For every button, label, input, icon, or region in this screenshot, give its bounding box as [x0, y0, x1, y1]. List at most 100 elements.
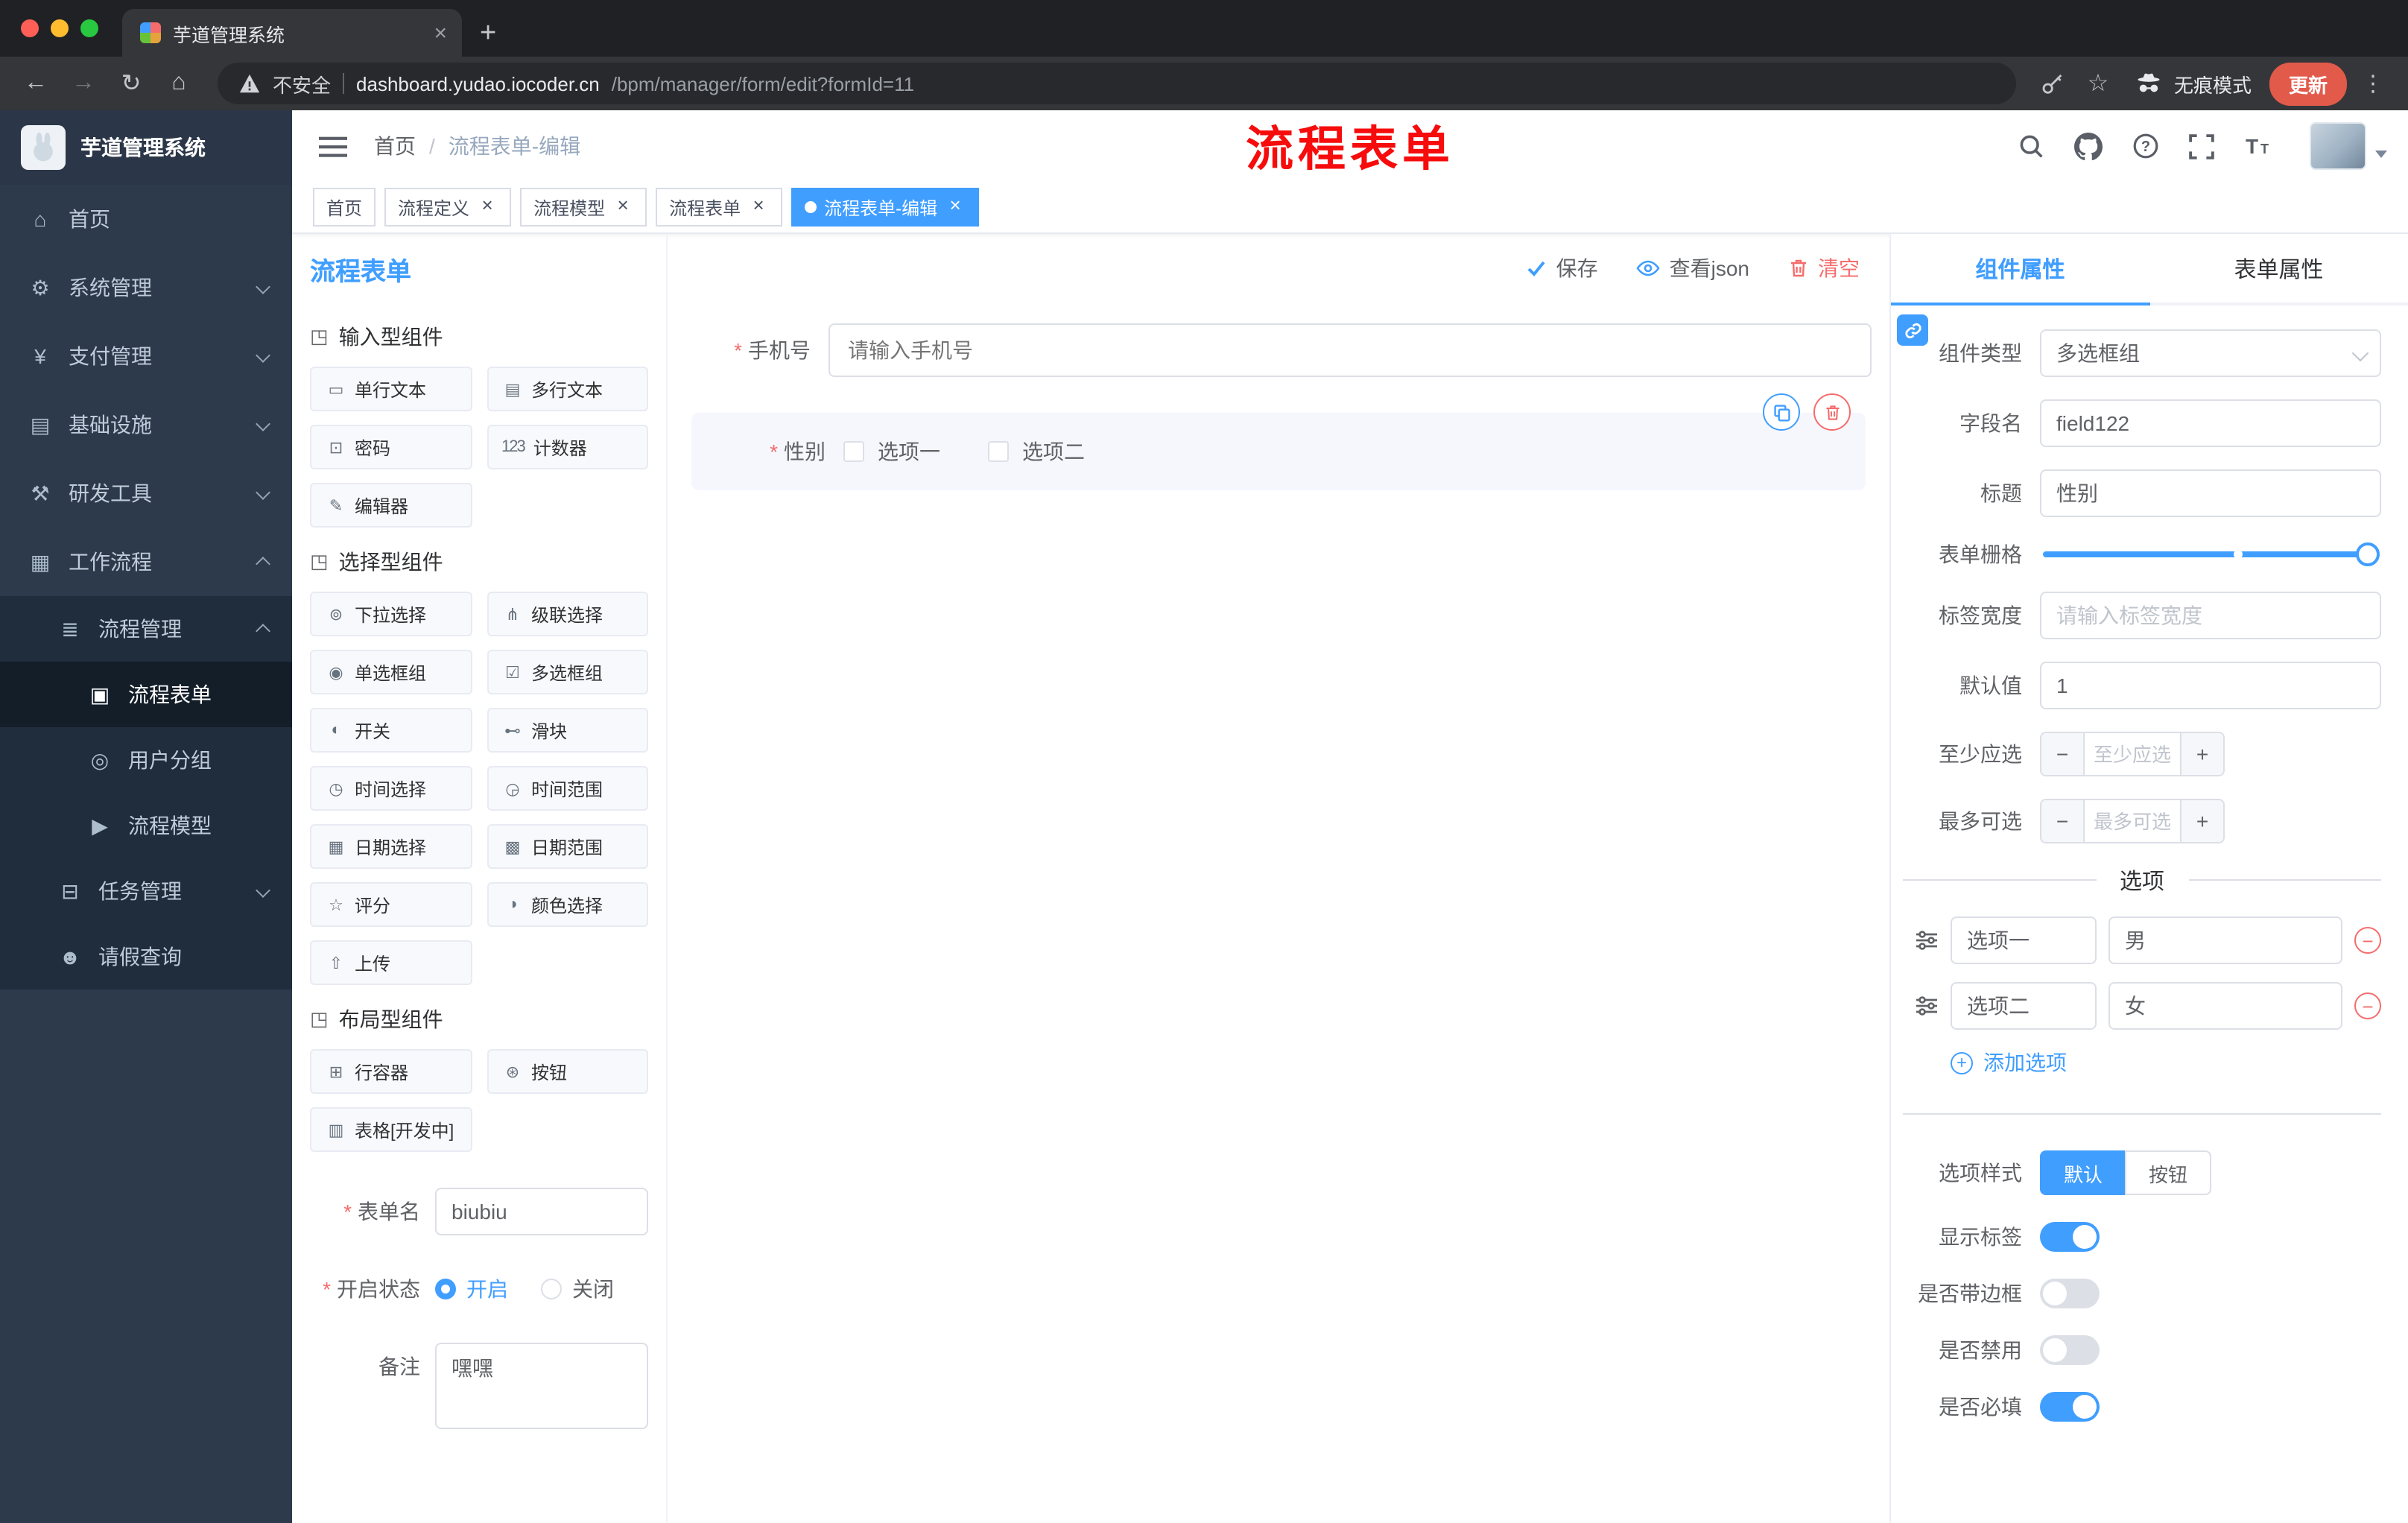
sidebar-item-workflow[interactable]: ▦ 工作流程	[0, 528, 292, 596]
back-icon[interactable]: ←	[15, 63, 57, 104]
sidebar-item-process-model[interactable]: ▶ 流程模型	[0, 793, 292, 858]
min-select-input[interactable]	[2085, 733, 2180, 775]
status-radio-on[interactable]: 开启	[435, 1265, 508, 1313]
tag-close-icon[interactable]: ×	[477, 195, 498, 218]
tag-process-form-edit[interactable]: 流程表单-编辑 ×	[791, 188, 980, 227]
add-option-button[interactable]: + 添加选项	[1951, 1048, 2381, 1077]
search-icon[interactable]	[2018, 133, 2044, 159]
sidebar-item-system[interactable]: ⚙ 系统管理	[0, 253, 292, 322]
component-date-range[interactable]: ▩ 日期范围	[487, 824, 648, 869]
remove-option-icon[interactable]: −	[2354, 992, 2381, 1019]
update-button[interactable]: 更新	[2269, 62, 2347, 105]
required-toggle[interactable]	[2040, 1392, 2100, 1422]
show-label-toggle[interactable]	[2040, 1222, 2100, 1252]
style-button-button[interactable]: 按钮	[2125, 1150, 2212, 1195]
component-table[interactable]: ▥ 表格[开发中]	[310, 1107, 472, 1152]
browser-menu-icon[interactable]: ⋮	[2353, 70, 2393, 97]
plus-icon[interactable]: +	[2180, 733, 2223, 775]
max-select-input[interactable]	[2085, 800, 2180, 842]
forward-icon[interactable]: →	[63, 63, 104, 104]
tag-close-icon[interactable]: ×	[612, 195, 633, 218]
home-browser-icon[interactable]: ⌂	[158, 63, 200, 104]
border-toggle[interactable]	[2040, 1279, 2100, 1308]
form-name-input[interactable]	[435, 1188, 648, 1235]
fullscreen-icon[interactable]	[2189, 133, 2214, 159]
component-color-picker[interactable]: ◑ 颜色选择	[487, 882, 648, 927]
password-key-icon[interactable]	[2034, 64, 2073, 103]
component-multi-line-text[interactable]: ▤ 多行文本	[487, 367, 648, 411]
gender-checkbox-option1[interactable]: 选项一	[843, 437, 940, 466]
field-name-input[interactable]	[2040, 399, 2381, 447]
help-icon[interactable]: ?	[2132, 133, 2159, 159]
option1-value-input[interactable]	[2108, 916, 2342, 964]
tag-process-form[interactable]: 流程表单 ×	[656, 188, 783, 227]
phone-input[interactable]	[828, 323, 1872, 377]
sidebar-item-leave-query[interactable]: ☻ 请假查询	[0, 924, 292, 990]
clear-button[interactable]: 清空	[1788, 253, 1860, 283]
component-counter[interactable]: 123 计数器	[487, 425, 648, 469]
disabled-toggle[interactable]	[2040, 1335, 2100, 1365]
delete-component-button[interactable]	[1813, 393, 1851, 431]
close-window-icon[interactable]	[21, 19, 39, 37]
slider-handle[interactable]	[2356, 542, 2380, 566]
component-row-container[interactable]: ⊞ 行容器	[310, 1049, 472, 1094]
minus-icon[interactable]: −	[2041, 733, 2085, 775]
gender-checkbox-option2[interactable]: 选项二	[988, 437, 1085, 466]
option1-label-input[interactable]	[1951, 916, 2097, 964]
user-menu[interactable]	[2310, 122, 2387, 170]
component-time-range[interactable]: ◶ 时间范围	[487, 766, 648, 811]
sidebar-item-user-group[interactable]: ◎ 用户分组	[0, 727, 292, 793]
maximize-window-icon[interactable]	[80, 19, 98, 37]
sidebar-item-infra[interactable]: ▤ 基础设施	[0, 390, 292, 459]
component-button[interactable]: ⊛ 按钮	[487, 1049, 648, 1094]
reload-icon[interactable]: ↻	[110, 63, 152, 104]
sidebar-item-devtools[interactable]: ⚒ 研发工具	[0, 459, 292, 528]
plus-icon[interactable]: +	[2180, 800, 2223, 842]
default-value-input[interactable]	[2040, 662, 2381, 709]
save-button[interactable]: 保存	[1527, 253, 1598, 283]
remove-option-icon[interactable]: −	[2354, 927, 2381, 954]
grid-slider[interactable]	[2043, 542, 2380, 566]
component-switch[interactable]: ◐ 开关	[310, 708, 472, 753]
sidebar-item-process-mgmt[interactable]: ≣ 流程管理	[0, 596, 292, 662]
component-password[interactable]: ⊡ 密码	[310, 425, 472, 469]
link-icon[interactable]	[1897, 314, 1928, 346]
form-remark-textarea[interactable]: 嘿嘿	[435, 1343, 648, 1429]
status-radio-off[interactable]: 关闭	[541, 1265, 614, 1313]
component-slider[interactable]: ⊷ 滑块	[487, 708, 648, 753]
component-type-select[interactable]	[2040, 329, 2381, 377]
sidebar-logo[interactable]: 芋道管理系统	[0, 110, 292, 185]
tab-form-props[interactable]: 表单属性	[2149, 234, 2408, 303]
component-editor[interactable]: ✎ 编辑器	[310, 483, 472, 528]
tab-close-icon[interactable]: ×	[434, 22, 447, 44]
tag-home[interactable]: 首页	[313, 188, 376, 227]
field-gender-selected[interactable]: 性别 选项一 选项二	[691, 393, 1866, 490]
component-upload[interactable]: ⇧ 上传	[310, 940, 472, 985]
sidebar-item-process-form[interactable]: ▣ 流程表单	[0, 662, 292, 727]
component-select[interactable]: ⊚ 下拉选择	[310, 592, 472, 636]
tag-process-model[interactable]: 流程模型 ×	[520, 188, 647, 227]
drag-handle-icon[interactable]	[1915, 994, 1939, 1018]
minus-icon[interactable]: −	[2041, 800, 2085, 842]
tag-process-definition[interactable]: 流程定义 ×	[384, 188, 512, 227]
option2-value-input[interactable]	[2108, 982, 2342, 1030]
component-date-picker[interactable]: ▦ 日期选择	[310, 824, 472, 869]
copy-component-button[interactable]	[1763, 393, 1800, 431]
label-width-input[interactable]	[2040, 592, 2381, 639]
sidebar-item-home[interactable]: ⌂ 首页	[0, 185, 292, 253]
style-default-button[interactable]: 默认	[2040, 1150, 2126, 1195]
option2-label-input[interactable]	[1951, 982, 2097, 1030]
new-tab-button[interactable]: +	[480, 19, 496, 48]
component-single-line-text[interactable]: ▭ 单行文本	[310, 367, 472, 411]
sidebar-item-payment[interactable]: ¥ 支付管理	[0, 322, 292, 390]
drag-handle-icon[interactable]	[1915, 928, 1939, 952]
url-omnibox[interactable]: 不安全 dashboard.yudao.iocoder.cn/bpm/manag…	[218, 63, 2016, 104]
tab-component-props[interactable]: 组件属性	[1891, 234, 2149, 305]
minimize-window-icon[interactable]	[51, 19, 69, 37]
font-size-icon[interactable]: TT	[2244, 133, 2274, 159]
component-time-picker[interactable]: ◷ 时间选择	[310, 766, 472, 811]
hamburger-icon[interactable]	[313, 126, 353, 166]
view-json-button[interactable]: 查看json	[1637, 253, 1749, 283]
component-checkbox-group[interactable]: ☑ 多选框组	[487, 650, 648, 694]
github-icon[interactable]	[2074, 132, 2103, 160]
